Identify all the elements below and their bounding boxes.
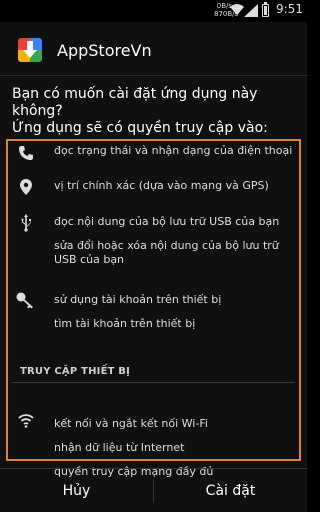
question-line-2: Ứng dụng sẽ có quyền truy cập vào:: [12, 120, 268, 136]
permission-text: kết nối và ngắt kết nối Wi-Fi: [54, 417, 208, 430]
permission-text: nhận dữ liệu từ Internet: [54, 441, 185, 454]
signal-strength-icon: [244, 4, 258, 17]
install-dialog: AppStoreVn Bạn có muốn cài đặt ứng dụng …: [0, 22, 307, 512]
section-header-device-access: TRUY CẬP THIẾT BỊ: [20, 366, 131, 377]
dialog-title-bar: AppStoreVn: [0, 22, 307, 76]
permission-text: sửa đổi hoặc xóa nội dung của bộ lưu trữ…: [54, 239, 279, 266]
wifi-icon: [16, 411, 36, 431]
permission-text: tìm tài khoản trên thiết bị: [54, 317, 196, 330]
section-divider: [12, 382, 295, 383]
location-pin-icon: [16, 177, 36, 197]
status-bar: 0B/s 870B/s 9:51: [0, 0, 307, 22]
phone-icon: [16, 143, 36, 163]
app-icon: [18, 38, 42, 62]
permission-text: vị trí chính xác (dựa vào mạng và GPS): [54, 179, 269, 192]
key-icon: [16, 291, 36, 311]
permissions-list[interactable]: đọc trạng thái và nhận dạng của điện tho…: [6, 139, 301, 478]
wifi-status-icon: [230, 4, 244, 16]
permission-text: đọc trạng thái và nhận dạng của điện tho…: [54, 144, 293, 157]
cancel-button[interactable]: Hủy: [0, 469, 153, 512]
question-line-1: Bạn có muốn cài đặt ứng dụng này không?: [12, 86, 258, 119]
dialog-buttons: Hủy Cài đặt: [0, 468, 307, 512]
battery-icon: [262, 2, 269, 17]
permission-text: sử dụng tài khoản trên thiết bị: [54, 293, 222, 306]
install-button[interactable]: Cài đặt: [154, 469, 307, 512]
usb-icon: [16, 213, 36, 233]
app-name: AppStoreVn: [57, 41, 152, 60]
install-question: Bạn có muốn cài đặt ứng dụng này không? …: [12, 86, 302, 137]
clock: 9:51: [276, 2, 303, 16]
permission-text: đọc nội dung của bộ lưu trữ USB của bạn: [54, 215, 280, 228]
